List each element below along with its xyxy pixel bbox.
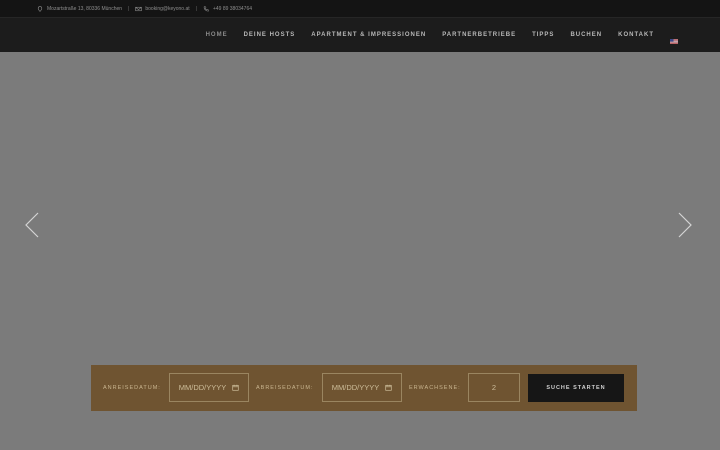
phone-icon (203, 5, 209, 12)
nav-item-deine-hosts[interactable]: DEINE HOSTS (244, 32, 296, 38)
nav-item-apartment[interactable]: APARTMENT & IMPRESSIONEN (311, 32, 426, 38)
nav-item-buchen[interactable]: BUCHEN (570, 32, 602, 38)
adults-value: 2 (491, 383, 497, 392)
nav-item-partnerbetriebe[interactable]: PARTNERBETRIEBE (442, 32, 516, 38)
chevron-right-icon[interactable] (678, 212, 692, 238)
departure-date-input[interactable]: MM/DD/YYYY (322, 373, 402, 402)
nav-item-home[interactable]: HOME (206, 32, 228, 38)
email-link[interactable]: booking@keyono.at (145, 6, 189, 12)
main-navigation: HOME DEINE HOSTS APARTMENT & IMPRESSIONE… (0, 17, 720, 52)
separator: | (128, 5, 130, 12)
envelope-icon (135, 6, 143, 12)
adults-label: ERWACHSENE: (409, 385, 461, 391)
address-text: Mozartstraße 13, 80336 München (47, 5, 123, 12)
phone-link[interactable]: +49 89 38034764 (213, 6, 252, 12)
arrival-date-input[interactable]: MM/DD/YYYY (169, 373, 249, 402)
location-pin-icon (37, 5, 43, 12)
search-button[interactable]: SUCHE STARTEN (528, 374, 624, 402)
arrival-date-value: MM/DD/YYYY (178, 383, 227, 392)
calendar-icon[interactable] (232, 384, 239, 391)
departure-label: ABREISEDATUM: (256, 385, 314, 391)
nav-item-kontakt[interactable]: KONTAKT (618, 32, 654, 38)
arrival-label: ANREISEDATUM: (103, 385, 161, 391)
separator: | (195, 5, 197, 12)
nav-item-tipps[interactable]: TIPPS (532, 32, 554, 38)
chevron-left-icon[interactable] (25, 212, 39, 238)
calendar-icon[interactable] (385, 384, 392, 391)
contact-bar: Mozartstraße 13, 80336 München | booking… (0, 0, 720, 17)
us-flag-icon[interactable] (670, 31, 678, 44)
booking-form: ANREISEDATUM: MM/DD/YYYY ABREISEDATUM: M… (91, 365, 637, 411)
departure-date-value: MM/DD/YYYY (331, 383, 380, 392)
adults-input[interactable]: 2 (468, 373, 520, 402)
